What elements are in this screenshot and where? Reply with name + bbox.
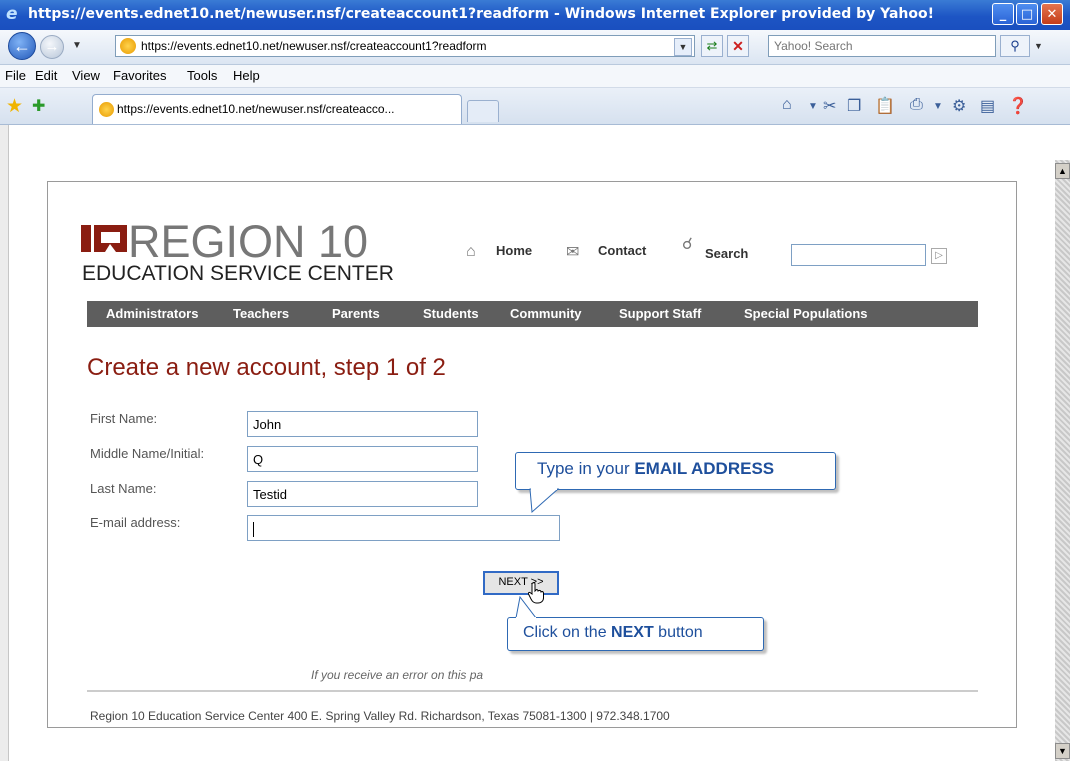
back-button[interactable]: ←	[8, 32, 36, 60]
forward-button[interactable]: →	[40, 35, 64, 59]
site-search-input[interactable]	[791, 244, 926, 266]
minimize-button[interactable]: _	[992, 3, 1014, 25]
search-button[interactable]: ⚲	[1000, 35, 1030, 57]
nav-teachers[interactable]: Teachers	[233, 306, 289, 321]
home-link-icon: ⌂	[466, 243, 476, 260]
footer-address: Region 10 Education Service Center 400 E…	[90, 709, 670, 723]
print-dropdown-icon[interactable]: ▼	[933, 101, 943, 112]
footer-divider	[87, 690, 978, 692]
nav-special-populations[interactable]: Special Populations	[744, 306, 868, 321]
next-callout: Click on the NEXT button	[507, 617, 764, 651]
new-tab-button[interactable]	[467, 100, 499, 122]
text-caret	[253, 522, 254, 538]
search-options-dropdown-icon[interactable]: ▼	[1034, 41, 1043, 51]
home-link[interactable]: Home	[496, 243, 532, 258]
middle-name-field[interactable]: Q	[247, 446, 478, 472]
next-callout-emphasis: NEXT	[611, 624, 654, 641]
yahoo-search-box[interactable]	[768, 35, 996, 57]
logo-title: REGION 10	[128, 216, 369, 267]
address-bar[interactable]: https://events.ednet10.net/newuser.nsf/c…	[115, 35, 695, 57]
nav-administrators[interactable]: Administrators	[106, 306, 198, 321]
menu-favorites[interactable]: Favorites	[113, 68, 166, 83]
email-callout-pointer	[529, 488, 560, 514]
cut-icon[interactable]: ✂	[823, 96, 836, 116]
window-title: https://events.ednet10.net/newuser.nsf/c…	[28, 6, 935, 22]
refresh-button[interactable]: ⇄	[701, 35, 723, 57]
viewport-left-edge	[0, 125, 9, 761]
copy-icon[interactable]: ❐	[847, 96, 861, 116]
next-callout-pointer	[515, 596, 537, 618]
main-navigation: Administrators Teachers Parents Students…	[87, 301, 978, 327]
home-icon[interactable]: ⌂	[782, 96, 792, 114]
tab-title: https://events.ednet10.net/newuser.nsf/c…	[117, 102, 395, 116]
region10-logo-icon	[81, 225, 127, 252]
next-callout-text-end: button	[653, 624, 703, 641]
nav-support-staff[interactable]: Support Staff	[619, 306, 701, 321]
page-icon[interactable]: ▤	[980, 96, 995, 116]
nav-students[interactable]: Students	[423, 306, 479, 321]
navigation-bar: ← → ▼ https://events.ednet10.net/newuser…	[0, 30, 1070, 65]
email-label: E-mail address:	[90, 515, 181, 530]
yahoo-search-input[interactable]	[769, 36, 994, 56]
email-callout-text: Type in your	[537, 459, 635, 478]
email-callout-emphasis: EMAIL ADDRESS	[634, 459, 775, 478]
ie-logo-icon: e	[6, 4, 18, 24]
site-search-go-icon[interactable]: ▷	[931, 248, 947, 264]
search-link[interactable]: Search	[705, 246, 748, 261]
address-dropdown-icon[interactable]: ▼	[674, 38, 692, 56]
email-field[interactable]	[247, 515, 560, 541]
scroll-down-button[interactable]: ▼	[1055, 743, 1070, 759]
address-url: https://events.ednet10.net/newuser.nsf/c…	[141, 39, 487, 53]
help-icon[interactable]: ❓	[1008, 96, 1028, 116]
next-callout-text: Click on the	[523, 624, 612, 641]
tab-bar: ★ ✚ https://events.ednet10.net/newuser.n…	[0, 88, 1070, 125]
magnifier-icon: ☌	[682, 236, 693, 253]
paste-icon[interactable]: 📋	[875, 96, 895, 116]
add-favorites-icon[interactable]: ✚	[32, 96, 45, 116]
contact-link[interactable]: Contact	[598, 243, 646, 258]
middle-name-label: Middle Name/Initial:	[90, 446, 205, 461]
error-note: If you receive an error on this pa	[311, 668, 484, 682]
next-button[interactable]: NEXT >>	[483, 571, 559, 595]
favorites-star-icon[interactable]: ★	[6, 95, 23, 118]
maximize-button[interactable]: □	[1016, 3, 1038, 25]
last-name-field[interactable]: Testid	[247, 481, 478, 507]
menu-help[interactable]: Help	[233, 68, 260, 83]
last-name-label: Last Name:	[90, 481, 157, 496]
tab-favicon-icon	[99, 102, 114, 117]
first-name-field[interactable]: John	[247, 411, 478, 437]
tools-gear-icon[interactable]: ⚙	[952, 96, 966, 116]
envelope-icon: ✉	[566, 244, 580, 261]
email-callout: Type in your EMAIL ADDRESS	[515, 452, 836, 490]
menu-bar: File Edit View Favorites Tools Help	[0, 65, 1070, 88]
site-favicon-icon	[120, 38, 136, 54]
scroll-up-button[interactable]: ▲	[1055, 163, 1070, 179]
vertical-scrollbar[interactable]	[1055, 160, 1070, 761]
logo-subtitle: EDUCATION SERVICE CENTER	[82, 262, 394, 285]
menu-tools[interactable]: Tools	[187, 68, 217, 83]
stop-button[interactable]: ✕	[727, 35, 749, 57]
menu-view[interactable]: View	[72, 68, 100, 83]
nav-parents[interactable]: Parents	[332, 306, 380, 321]
page-title: Create a new account, step 1 of 2	[87, 354, 446, 381]
window-titlebar: e https://events.ednet10.net/newuser.nsf…	[0, 0, 1070, 30]
first-name-label: First Name:	[90, 411, 158, 426]
tab-current[interactable]: https://events.ednet10.net/newuser.nsf/c…	[92, 94, 462, 124]
nav-community[interactable]: Community	[510, 306, 582, 321]
menu-file[interactable]: File	[5, 68, 26, 83]
recent-pages-dropdown-icon[interactable]: ▼	[72, 40, 82, 51]
home-dropdown-icon[interactable]: ▼	[808, 101, 818, 112]
menu-edit[interactable]: Edit	[35, 68, 57, 83]
close-button[interactable]: ✕	[1041, 3, 1063, 25]
print-icon[interactable]: ⎙	[910, 96, 923, 114]
